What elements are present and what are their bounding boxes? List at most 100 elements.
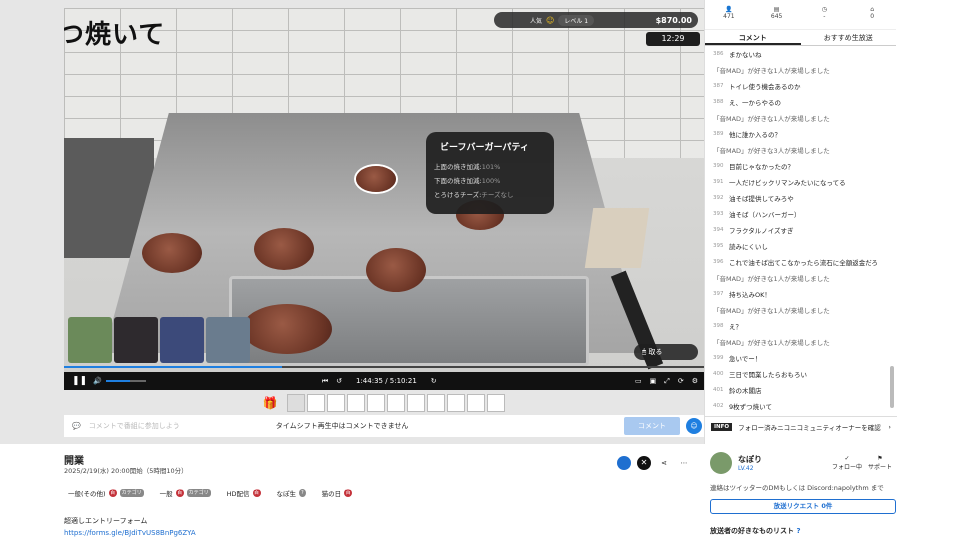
theater-icon[interactable]: ▣ (650, 377, 657, 385)
nicopedia-icon: 百 (175, 489, 184, 497)
comment-text: 他に誰か入るの？ (729, 131, 781, 139)
broadcaster-note: 連絡はツイッターのDMもしくは Discord:napolythm まで (710, 484, 884, 492)
emoji-icon[interactable]: ☺ (686, 418, 702, 434)
x-icon[interactable]: ✕ (637, 456, 651, 470)
comment-row[interactable]: 390 目前じゃなかったの？ (705, 158, 889, 174)
comment-row[interactable]: 389 他に誰か入るの？ (705, 126, 889, 142)
settings-icon[interactable]: ⚙ (692, 377, 698, 385)
share-icon[interactable]: ⋖ (657, 456, 671, 470)
gift-slot[interactable] (427, 394, 446, 412)
system-message[interactable]: 「音MAD」が好きな3人が来場しました (705, 142, 889, 158)
tag[interactable]: 猫の日百 (318, 486, 357, 500)
comment-list[interactable]: 386 まかないね 「音MAD」が好きな1人が来場しました 387 トイレ使う機会あるの… (705, 46, 889, 414)
comment-row[interactable]: 400 三日で開業したらおもろい (705, 366, 889, 382)
comment-settings-icon[interactable]: 💬 (72, 422, 81, 430)
gift-slot[interactable] (367, 394, 386, 412)
item-title: ビーフバーガーパティ (440, 143, 529, 153)
clock-icon[interactable] (617, 456, 631, 470)
gift-slot[interactable] (347, 394, 366, 412)
patty[interactable] (242, 304, 332, 354)
comment-row[interactable]: 401 鈴の木閣店 (705, 382, 889, 398)
comment-text: 三日で開業したらおもろい (729, 371, 807, 379)
help-icon: ? (796, 527, 801, 535)
system-message[interactable]: 「音MAD」が好きな1人が来場しました (705, 302, 889, 318)
tab-recommended[interactable]: おすすめ生放送 (801, 30, 897, 45)
patty[interactable] (142, 233, 202, 273)
comment-row[interactable]: 387 トイレ使う機会あるのか (705, 78, 889, 94)
volume-icon[interactable]: 🔊 (93, 377, 102, 385)
comment-row[interactable]: 402 9枚ずつ焼いて (705, 398, 889, 414)
tag[interactable]: HD配信百 (223, 486, 265, 500)
comment-row[interactable]: 398 え？ (705, 318, 889, 334)
info-tag: INFO (711, 422, 733, 431)
volume-slider[interactable] (105, 380, 146, 382)
comment-submit-button[interactable]: コメント (624, 417, 680, 435)
comment-toggle-icon[interactable]: ▭ (635, 377, 642, 385)
request-button[interactable]: 放送リクエスト 0件 (710, 499, 896, 514)
comment-text: 鈴の木閣店 (729, 387, 762, 395)
gift-slot[interactable] (467, 394, 486, 412)
comment-input-bar: 💬 コメントで番組に参加しよう タイムシフト再生中はコメントできません コメント… (64, 415, 704, 437)
gift-slot[interactable] (327, 394, 346, 412)
comment-row[interactable]: 399 急いでー！ (705, 350, 889, 366)
tab-comments[interactable]: コメント (705, 30, 801, 45)
tag[interactable]: 一般百カテゴリ (156, 486, 215, 500)
comment-row[interactable]: 395 読みにくいし (705, 238, 889, 254)
comment-text: 「音MAD」が好きな1人が来場しました (713, 275, 830, 283)
comment-number: 395 (713, 243, 724, 249)
item-tooltip: ビーフバーガーパティ 上面の焼き加減:101% 下面の焼き加減:100% とろけ… (426, 132, 554, 214)
gift-slot[interactable] (307, 394, 326, 412)
tag[interactable]: 一般(その他) 百カテゴリ (64, 486, 148, 500)
tag-list: 一般(その他) 百カテゴリ 一般百カテゴリ HD配信百 なぽ生? 猫の日百 (64, 486, 356, 500)
rewind-icon[interactable]: ↺ (336, 377, 342, 385)
gift-icon[interactable]: 🎁 (263, 396, 278, 410)
system-message[interactable]: 「音MAD」が好きな1人が来場しました (705, 334, 889, 350)
stat-counts: 👤 471 ▤ 645 ◷ - ⌂ 0 (705, 0, 896, 30)
form-link[interactable]: https://forms.gle/BJdiTvUS8BnPg6ZYA (64, 529, 196, 537)
avatar[interactable] (710, 452, 732, 474)
comment-row[interactable]: 388 え、一からやるの (705, 94, 889, 110)
gift-slot[interactable] (287, 394, 306, 412)
comment-text: 9枚ずつ焼いて (729, 403, 772, 411)
item-row: 下面の焼き加減:100% (434, 177, 501, 185)
comment-row[interactable]: 386 まかないね (705, 46, 889, 62)
skip-back-icon[interactable]: ⏮ (322, 377, 328, 386)
follow-info-bar[interactable]: INFO フォロー済みニコニコミュニティオーナーを確認 › (705, 416, 897, 436)
comment-text: 「音MAD」が好きな1人が来場しました (713, 115, 830, 123)
comment-row[interactable]: 397 持ち込みOK！ (705, 286, 889, 302)
system-message[interactable]: 「音MAD」が好きな1人が来場しました (705, 110, 889, 126)
comment-row[interactable]: 394 フラクタルノイズすぎ (705, 222, 889, 238)
comment-row[interactable]: 396 これで油そば出てこなかったら流石に全額返金だろ (705, 254, 889, 270)
tag[interactable]: なぽ生? (273, 486, 310, 500)
forward-icon[interactable]: ↻ (431, 377, 437, 385)
support-button[interactable]: ⚑ サポート (868, 455, 892, 471)
patty[interactable] (254, 228, 314, 270)
scrollbar[interactable] (890, 366, 894, 408)
comment-row[interactable]: 392 油そば提供してみろや (705, 190, 889, 206)
game-video[interactable]: つ焼いて 人気 ☺ レベル 1 $870.00 12:29 ビーフバーガーパティ… (64, 8, 704, 372)
system-message[interactable]: 「音MAD」が好きな1人が来場しました (705, 62, 889, 78)
seek-bar[interactable] (64, 366, 704, 368)
more-icon[interactable]: ⋯ (677, 456, 691, 470)
fullscreen-icon[interactable]: ⤢ (664, 377, 670, 386)
comment-number: 401 (713, 387, 724, 393)
pause-icon[interactable]: ❚❚ (72, 376, 87, 386)
time-display: 1:44:35 / 5:10:21 (356, 377, 417, 385)
gift-slot[interactable] (447, 394, 466, 412)
ad-count: ◷ - (821, 6, 827, 20)
patty[interactable] (366, 248, 426, 292)
gift-slot[interactable] (487, 394, 506, 412)
comment-text: え？ (729, 323, 742, 331)
patty[interactable] (356, 166, 396, 192)
video-player: つ焼いて 人気 ☺ レベル 1 $870.00 12:29 ビーフバーガーパティ… (0, 0, 704, 444)
comment-placeholder[interactable]: コメントで番組に参加しよう (89, 421, 180, 431)
comment-number: 396 (713, 259, 724, 265)
reload-icon[interactable]: ⟳ (678, 377, 684, 385)
follow-button[interactable]: ✓ フォロー中 (832, 455, 862, 471)
comment-row[interactable]: 393 油そば（ハンバーガー） (705, 206, 889, 222)
comment-row[interactable]: 391 一人だけビックリマンみたいになってる (705, 174, 889, 190)
system-message[interactable]: 「音MAD」が好きな1人が来場しました (705, 270, 889, 286)
broadcaster-name[interactable]: なぽり (738, 454, 762, 465)
gift-slot[interactable] (387, 394, 406, 412)
gift-slot[interactable] (407, 394, 426, 412)
